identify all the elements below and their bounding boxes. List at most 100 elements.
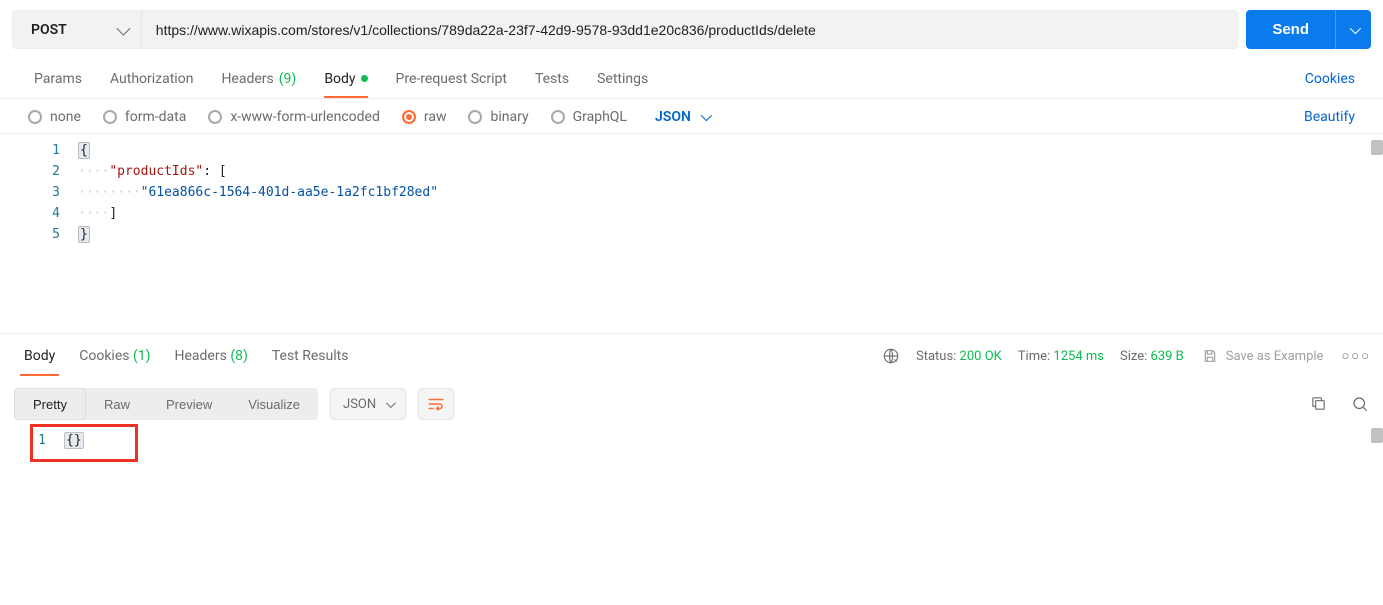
radio-icon [208,110,222,124]
editor-gutter: 1 2 3 4 5 [0,140,78,333]
size-block[interactable]: Size: 639 B [1120,349,1184,364]
body-type-xwww[interactable]: x-www-form-urlencoded [208,109,380,125]
save-as-example-button[interactable]: Save as Example [1202,348,1324,364]
tab-label: Cookies [79,348,129,364]
resp-tab-body[interactable]: Body [12,336,67,376]
view-mode-segment: Pretty Raw Preview Visualize [14,388,318,420]
response-actions: Save as Example ○○○ [1202,348,1371,364]
indent-guide: ········ [78,185,141,200]
body-type-row: none form-data x-www-form-urlencoded raw… [0,99,1383,134]
radio-label: form-data [125,109,186,125]
url-input[interactable] [142,11,1238,48]
raw-format-dropdown[interactable]: JSON [649,109,709,125]
chevron-down-icon [116,21,130,35]
request-body-editor[interactable]: 1 2 3 4 5 { ···· "productIds": [ ········… [0,134,1383,334]
tab-label: Settings [597,71,648,87]
tab-label: Pre-request Script [396,71,507,87]
body-type-graphql[interactable]: GraphQL [551,109,627,125]
radio-icon [28,110,42,124]
response-icons [1310,395,1369,413]
punctuation: ] [109,206,117,221]
tab-authorization[interactable]: Authorization [96,61,207,97]
wrap-icon [427,395,445,413]
punctuation: : [ [203,164,226,179]
request-bar: POST Send [0,0,1383,59]
tab-label: Body [24,348,55,364]
radio-label: raw [424,109,447,125]
radio-label: x-www-form-urlencoded [230,109,380,125]
word-wrap-button[interactable] [418,388,454,420]
save-label: Save as Example [1226,349,1324,364]
time-value: 1254 ms [1053,349,1104,364]
tab-label: Headers [175,348,227,364]
size-value: 639 B [1150,349,1183,364]
send-button-group: Send [1246,10,1371,49]
tab-label: Params [34,71,82,87]
tab-label: Headers [221,71,273,87]
json-string: "61ea866c-1564-401d-aa5e-1a2fc1bf28ed" [141,185,438,200]
cookies-link[interactable]: Cookies [1297,71,1363,87]
view-pretty[interactable]: Pretty [14,388,86,420]
resp-tab-headers[interactable]: Headers (8) [163,336,260,376]
meta-label: Time: [1018,349,1050,364]
request-tabs: Params Authorization Headers (9) Body Pr… [0,59,1383,99]
radio-label: none [50,109,81,125]
chevron-down-icon [701,110,712,121]
response-scrollbar[interactable] [1371,428,1383,443]
tab-settings[interactable]: Settings [583,61,662,97]
globe-network-icon[interactable] [882,347,900,365]
body-type-formdata[interactable]: form-data [103,109,186,125]
search-icon[interactable] [1351,395,1369,413]
http-method-select[interactable]: POST [13,11,142,48]
indent-guide: ···· [78,206,109,221]
method-url-group: POST [12,10,1238,49]
meta-label: Size: [1120,349,1147,364]
annotation-highlight-box [30,424,138,462]
view-preview[interactable]: Preview [148,388,230,420]
tab-params[interactable]: Params [20,61,96,97]
radio-icon [468,110,482,124]
line-number: 1 [0,140,60,161]
tab-label: Body [324,71,355,87]
response-format-dropdown[interactable]: JSON [330,388,406,420]
resp-tab-testresults[interactable]: Test Results [260,336,361,376]
chevron-down-icon [1349,22,1360,33]
body-type-raw[interactable]: raw [402,109,447,125]
editor-scrollbar[interactable] [1371,140,1383,155]
tab-body[interactable]: Body [310,61,381,97]
send-button[interactable]: Send [1246,10,1335,49]
more-options-icon[interactable]: ○○○ [1341,348,1371,364]
tab-count: (9) [279,71,297,87]
view-visualize[interactable]: Visualize [230,388,318,420]
copy-icon[interactable] [1310,395,1327,412]
body-type-none[interactable]: none [28,109,81,125]
resp-tab-cookies[interactable]: Cookies (1) [67,336,162,376]
status-block[interactable]: Status: 200 OK [916,349,1002,364]
tab-label: Authorization [110,71,193,87]
send-dropdown-button[interactable] [1335,10,1371,49]
tab-tests[interactable]: Tests [521,61,583,97]
editor-content[interactable]: { ···· "productIds": [ ········"61ea866c-… [78,140,1383,333]
radio-icon [103,110,117,124]
view-raw[interactable]: Raw [86,388,148,420]
response-view-controls: Pretty Raw Preview Visualize JSON [0,378,1383,430]
radio-label: binary [490,109,528,125]
line-number: 2 [0,161,60,182]
modified-dot-icon [361,75,368,82]
dropdown-value: JSON [655,109,691,125]
response-body-area: 1 {} [0,430,1383,540]
body-type-binary[interactable]: binary [468,109,528,125]
beautify-link[interactable]: Beautify [1296,109,1363,125]
time-block[interactable]: Time: 1254 ms [1018,349,1104,364]
response-meta: Status: 200 OK Time: 1254 ms Size: 639 B [882,347,1184,365]
status-value: 200 OK [960,349,1002,364]
tab-count: (1) [133,348,151,364]
dropdown-value: JSON [343,397,376,412]
brace: { [78,142,90,159]
chevron-down-icon [386,398,396,408]
radio-icon [402,110,416,124]
json-key: "productIds" [109,164,203,179]
meta-label: Status: [916,349,956,364]
tab-headers[interactable]: Headers (9) [207,61,310,97]
tab-prerequest[interactable]: Pre-request Script [382,61,521,97]
